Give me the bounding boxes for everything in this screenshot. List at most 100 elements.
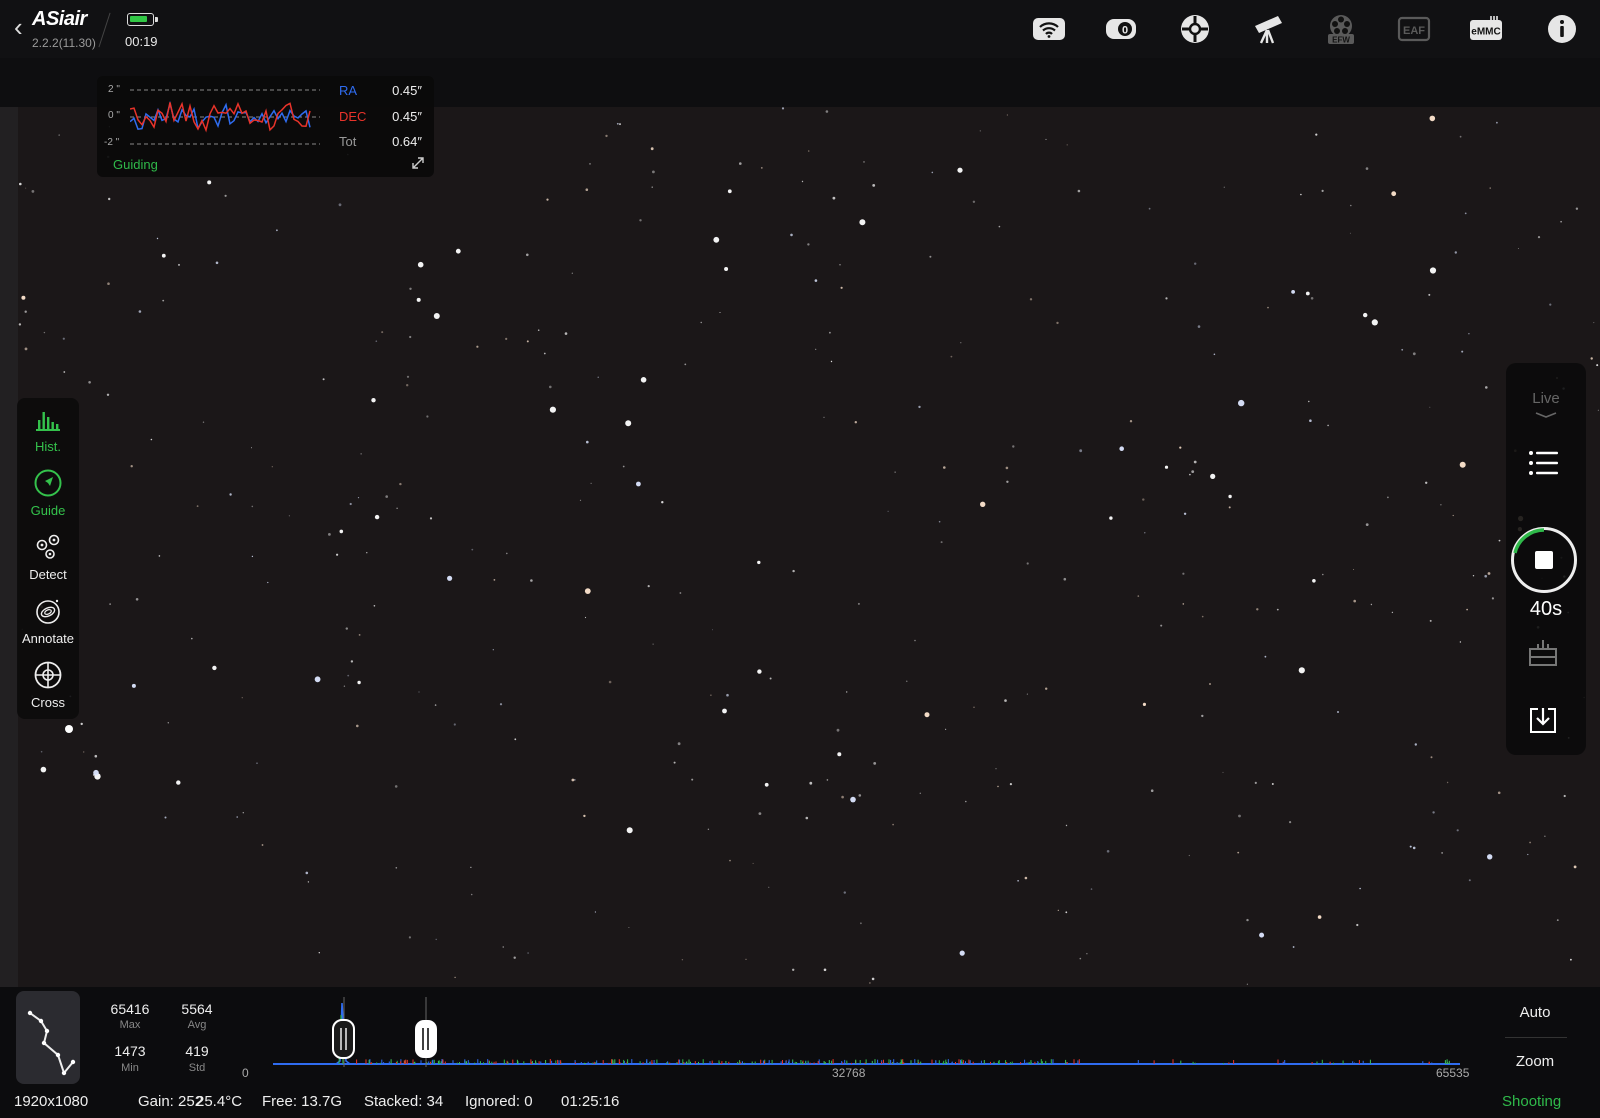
star [1459, 135, 1462, 138]
star [40, 766, 47, 773]
tool-detect[interactable]: Detect [17, 526, 79, 590]
star [1298, 667, 1305, 674]
star [959, 950, 965, 956]
star [619, 123, 621, 126]
star [375, 340, 378, 342]
exposure-time[interactable]: 40s [1506, 598, 1586, 621]
star [1026, 562, 1029, 565]
sky-image-preview[interactable] [0, 107, 1600, 987]
star [829, 331, 831, 334]
auto-stretch-button[interactable]: Auto [1505, 1004, 1565, 1021]
star [1441, 852, 1443, 854]
list-menu-icon[interactable] [1526, 448, 1560, 478]
calibration-frames-icon[interactable] [1527, 637, 1559, 669]
star [271, 466, 273, 468]
star [790, 233, 793, 237]
star [158, 555, 161, 557]
star [161, 253, 166, 258]
star [1590, 357, 1593, 360]
header-divider [98, 12, 111, 48]
star [93, 769, 99, 776]
star [526, 340, 529, 343]
star [1317, 915, 1322, 919]
star [318, 952, 320, 954]
star [589, 163, 591, 165]
tool-histogram[interactable]: Hist. [17, 398, 79, 462]
star [1428, 293, 1431, 296]
star [1276, 608, 1279, 611]
stat-std-label: Std [188, 1062, 206, 1074]
star [374, 514, 380, 520]
chevron-down-icon[interactable] [1532, 410, 1560, 420]
star [724, 267, 729, 271]
star [224, 194, 227, 197]
star [1391, 611, 1394, 614]
star [108, 197, 111, 201]
guide-scope-icon[interactable] [1177, 12, 1213, 46]
star [1012, 445, 1015, 448]
expand-icon[interactable] [410, 155, 426, 171]
star [1129, 420, 1133, 423]
star [1179, 446, 1182, 449]
star [960, 342, 962, 344]
star [585, 188, 589, 191]
efw-icon[interactable]: EFW [1323, 12, 1359, 46]
telescope-mount-icon[interactable] [1250, 12, 1286, 46]
info-icon[interactable] [1544, 12, 1580, 46]
star [860, 922, 862, 925]
histogram-axis-min: 0 [242, 1066, 249, 1080]
star [394, 785, 398, 788]
star [661, 501, 664, 504]
star [1452, 514, 1454, 517]
star [726, 693, 729, 697]
zoom-button[interactable]: Zoom [1505, 1053, 1565, 1070]
star [919, 792, 921, 794]
back-chevron-icon[interactable]: ‹ [14, 14, 32, 42]
star [18, 323, 22, 326]
star [357, 680, 361, 685]
tool-histogram-label: Hist. [35, 439, 61, 454]
battery-icon [127, 13, 158, 26]
star [131, 683, 136, 688]
star [1365, 523, 1369, 526]
star [1065, 911, 1068, 914]
star [815, 348, 817, 350]
guiding-status: Guiding [113, 157, 158, 172]
star [758, 812, 762, 815]
star [647, 585, 650, 588]
white-point-slider[interactable] [415, 1020, 437, 1058]
tool-cross[interactable]: Cross [17, 654, 79, 718]
black-point-slider[interactable] [332, 1019, 355, 1059]
star [924, 712, 930, 718]
star [997, 785, 999, 788]
star [526, 253, 529, 257]
bright-star [65, 725, 73, 733]
tool-guide[interactable]: Guide [17, 462, 79, 526]
histogram-axis-mid: 32768 [832, 1066, 866, 1080]
star [859, 219, 866, 226]
star [1412, 846, 1416, 850]
eaf-icon[interactable]: EAF [1396, 12, 1432, 46]
histogram-plot[interactable] [240, 995, 1470, 1067]
tool-annotate[interactable]: Annotate [17, 590, 79, 654]
app-logo: ASiair [32, 8, 87, 30]
download-save-icon[interactable] [1527, 704, 1559, 736]
mode-selector[interactable]: Live [1506, 390, 1586, 407]
star [229, 493, 232, 496]
star [40, 750, 43, 753]
star [1487, 572, 1491, 575]
star [236, 816, 238, 818]
wifi-icon[interactable] [1031, 12, 1067, 46]
svg-text:0: 0 [1122, 25, 1128, 37]
stop-capture-button[interactable] [1511, 527, 1577, 593]
constellation-thumbnail[interactable] [16, 991, 80, 1084]
emmc-icon[interactable]: eMMC [1468, 12, 1504, 46]
camera-icon[interactable]: 0 [1103, 12, 1139, 46]
status-gain: Gain: 252 [138, 1093, 204, 1110]
image-left-edge [0, 107, 18, 987]
star [1409, 845, 1412, 848]
star [251, 447, 252, 449]
star [360, 453, 362, 455]
star [846, 691, 848, 693]
star [409, 287, 412, 290]
